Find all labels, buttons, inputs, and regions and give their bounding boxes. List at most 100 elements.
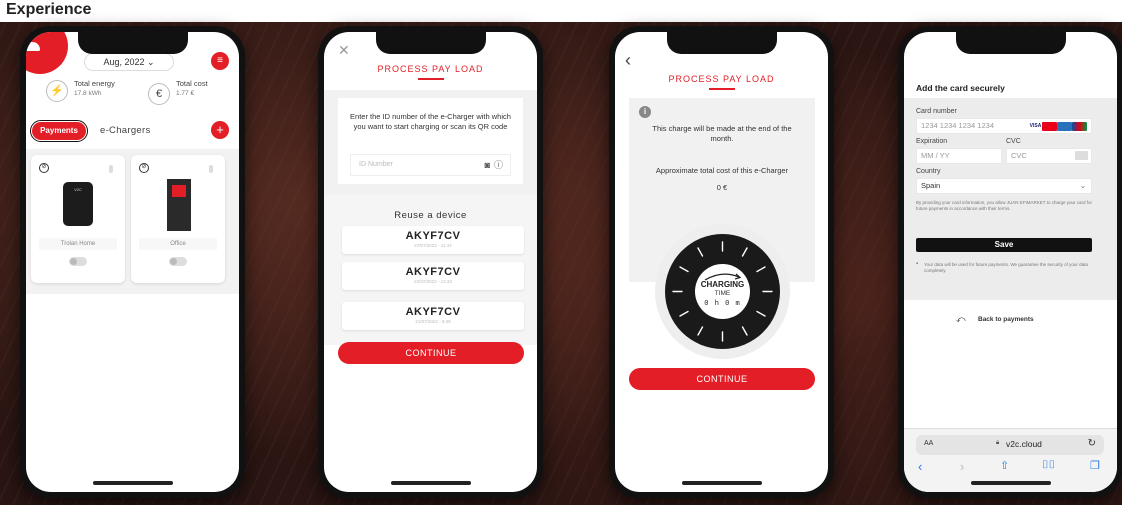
month-selector-label: Aug, 2022 bbox=[103, 57, 145, 67]
device-card[interactable]: ⊘ Office bbox=[131, 155, 225, 283]
no-signal-icon: ⊘ bbox=[39, 163, 49, 173]
lock-icon: 🔒︎ bbox=[996, 440, 1000, 446]
phone-charging: ‹ PROCESS PAY LOAD i This charge will be… bbox=[609, 26, 834, 498]
phone-notch bbox=[955, 32, 1066, 54]
cvc-card-icon bbox=[1075, 151, 1088, 160]
id-entry-card: Enter the ID number of the e-Charger wit… bbox=[338, 98, 523, 184]
reuse-title: Reuse a device bbox=[394, 210, 467, 221]
phone-notch bbox=[77, 32, 188, 54]
avatar[interactable] bbox=[26, 32, 68, 74]
card-form-panel: Card number 1234 1234 1234 1234 VISA ●● … bbox=[904, 98, 1117, 300]
id-number-placeholder: ID Number bbox=[359, 161, 393, 168]
device-card[interactable]: ⊘ V2C Trolan Home bbox=[31, 155, 125, 283]
page-title: Experience bbox=[6, 1, 92, 18]
page-title: PROCESS PAY LOAD bbox=[377, 64, 484, 74]
add-charger-button[interactable]: + bbox=[211, 121, 229, 139]
id-number-input[interactable]: ID Number ◙ ⓘ bbox=[350, 154, 511, 176]
share-icon[interactable]: ⇧ bbox=[1000, 459, 1009, 472]
charger-image bbox=[167, 179, 191, 231]
reuse-device-item[interactable]: AKYF7CV 27/07/2022 - 11:44 bbox=[342, 226, 524, 254]
top-bar: Experience bbox=[0, 0, 1122, 22]
charging-dial: CHARGING TIME 0 h 0 m bbox=[655, 224, 790, 359]
close-icon[interactable]: ✕ bbox=[338, 42, 350, 59]
phone-process-pay-load: ✕ PROCESS PAY LOAD Enter the ID number o… bbox=[318, 26, 543, 498]
expiration-input[interactable]: MM / YY bbox=[916, 148, 1002, 164]
info-icon[interactable]: ⓘ bbox=[494, 155, 503, 175]
back-arrow-icon[interactable]: ⤺ bbox=[956, 314, 966, 325]
device-toggle[interactable] bbox=[69, 257, 87, 266]
screen-process-pay-load: ✕ PROCESS PAY LOAD Enter the ID number o… bbox=[324, 32, 537, 492]
device-date: 22/07/2022 - 13:33 bbox=[414, 279, 452, 284]
total-cost-label: Total cost bbox=[176, 79, 208, 88]
cvc-input[interactable]: CVC bbox=[1006, 148, 1092, 164]
card-number-input[interactable]: 1234 1234 1234 1234 VISA ●● A J bbox=[916, 118, 1092, 134]
title-underline bbox=[417, 78, 444, 80]
euro-icon: € bbox=[148, 83, 170, 105]
device-toggle[interactable] bbox=[169, 257, 187, 266]
charger-brand: V2C bbox=[74, 187, 82, 192]
reload-icon[interactable]: ↻ bbox=[1088, 438, 1096, 449]
chevron-down-icon: ⌄ bbox=[147, 57, 155, 67]
continue-button[interactable]: CONTINUE bbox=[629, 368, 815, 390]
camera-icon[interactable]: ◙ bbox=[485, 155, 490, 175]
lock-icon: ▪ bbox=[916, 261, 919, 267]
menu-icon: ≡ bbox=[217, 55, 223, 66]
consent-text: By providing your card information, you … bbox=[916, 200, 1092, 211]
phone-notch bbox=[666, 32, 777, 54]
visa-icon: VISA bbox=[1029, 123, 1042, 129]
phone-dashboard: Aug, 2022 ⌄ ≡ ⚡ Total energy 17.8 kWh € … bbox=[20, 26, 245, 498]
instructions-text: Enter the ID number of the e-Charger wit… bbox=[350, 112, 511, 131]
device-id: AKYF7CV bbox=[405, 266, 461, 278]
charging-dial-ring: CHARGING TIME 0 h 0 m bbox=[665, 234, 780, 349]
card-number-label: Card number bbox=[916, 108, 957, 115]
page-title: PROCESS PAY LOAD bbox=[668, 74, 775, 84]
lightning-icon: ⚡ bbox=[46, 80, 68, 102]
info-icon: i bbox=[639, 106, 651, 118]
bookmarks-icon[interactable]: ⌷⌷ bbox=[1042, 459, 1055, 472]
back-nav-icon[interactable]: ‹ bbox=[918, 459, 922, 474]
month-selector[interactable]: Aug, 2022 ⌄ bbox=[84, 53, 174, 71]
back-chevron-icon[interactable]: ‹ bbox=[625, 50, 631, 71]
tab-echargers[interactable]: e-Chargers bbox=[100, 125, 151, 136]
country-value: Spain bbox=[921, 181, 941, 190]
reuse-device-item[interactable]: AKYF7CV 22/07/2022 - 13:33 bbox=[342, 262, 524, 290]
charge-notice: This charge will be made at the end of t… bbox=[652, 124, 792, 143]
screen-dashboard: Aug, 2022 ⌄ ≡ ⚡ Total energy 17.8 kWh € … bbox=[26, 32, 239, 492]
country-select[interactable]: Spain ⌄ bbox=[916, 178, 1092, 194]
status-dot bbox=[109, 165, 113, 173]
id-entry-panel: Enter the ID number of the e-Charger wit… bbox=[324, 90, 537, 195]
dial-center: CHARGING TIME 0 h 0 m bbox=[695, 264, 750, 319]
home-indicator bbox=[390, 481, 471, 485]
phone-add-card: Add the card securely Card number 1234 1… bbox=[898, 26, 1122, 498]
screen-charging: ‹ PROCESS PAY LOAD i This charge will be… bbox=[615, 32, 828, 492]
continue-button[interactable]: CONTINUE bbox=[338, 342, 524, 364]
chevron-down-icon: ⌄ bbox=[1079, 181, 1086, 190]
device-list: ⊘ V2C Trolan Home ⊘ Office bbox=[26, 149, 239, 294]
status-dot bbox=[209, 165, 213, 173]
home-indicator bbox=[681, 481, 762, 485]
cvc-label: CVC bbox=[1006, 138, 1021, 145]
tab-payments[interactable]: Payments bbox=[30, 120, 88, 142]
forward-nav-icon[interactable]: › bbox=[960, 459, 964, 474]
device-date: 21/07/2022 - 8:49 bbox=[415, 319, 451, 324]
device-id: AKYF7CV bbox=[405, 306, 461, 318]
text-size-button[interactable]: AA bbox=[924, 440, 933, 447]
charging-time: 0 h 0 m bbox=[704, 300, 741, 308]
country-label: Country bbox=[916, 168, 941, 175]
total-cost-value: 1.77 € bbox=[176, 90, 195, 97]
save-button[interactable]: Save bbox=[916, 238, 1092, 252]
cost-label: Approximate total cost of this e-Charger bbox=[655, 166, 789, 175]
tabs-icon[interactable]: ❐ bbox=[1090, 459, 1100, 472]
no-signal-icon: ⊘ bbox=[139, 163, 149, 173]
total-energy-value: 17.8 kWh bbox=[74, 90, 102, 97]
address-bar[interactable]: AA 🔒︎ v2c.cloud ↻ bbox=[916, 435, 1104, 455]
user-icon bbox=[26, 32, 35, 40]
menu-button[interactable]: ≡ bbox=[211, 52, 229, 70]
security-note: Your data will be used for future paymen… bbox=[924, 262, 1088, 273]
dial-subtitle: TIME bbox=[714, 290, 731, 297]
page-title: Add the card securely bbox=[916, 83, 1005, 93]
reuse-device-item[interactable]: AKYF7CV 21/07/2022 - 8:49 bbox=[342, 302, 524, 330]
jcb-icon: J bbox=[1072, 122, 1087, 131]
card-number-placeholder: 1234 1234 1234 1234 bbox=[921, 121, 994, 130]
back-to-payments-link[interactable]: Back to payments bbox=[978, 316, 1034, 323]
